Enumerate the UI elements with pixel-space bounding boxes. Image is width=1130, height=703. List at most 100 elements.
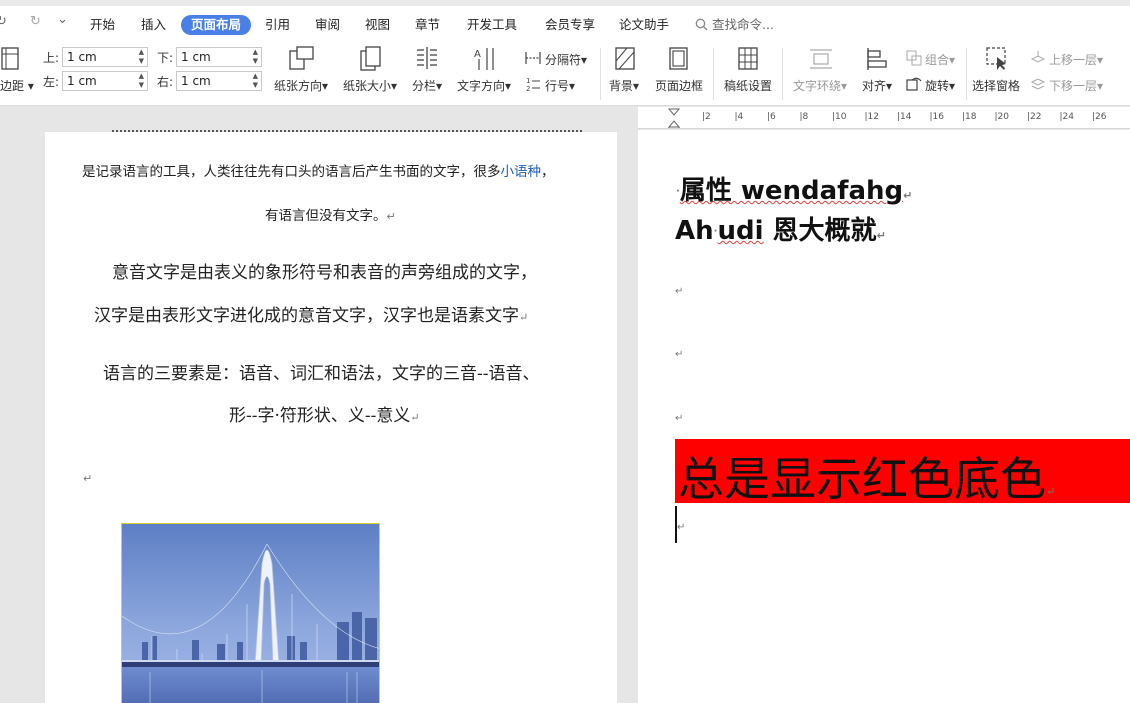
- tab-review[interactable]: 审阅: [315, 15, 340, 35]
- send-backward-button[interactable]: 下移一层▾: [1049, 77, 1103, 94]
- tab-home[interactable]: 开始: [90, 15, 115, 35]
- text-line-cut: [112, 130, 582, 134]
- align-icon[interactable]: [865, 46, 889, 72]
- tab-page-layout[interactable]: 页面布局: [181, 15, 252, 35]
- ruler-tick-label: |6: [767, 112, 776, 122]
- svg-text:2: 2: [526, 85, 530, 92]
- undo-icon[interactable]: ↻: [0, 14, 7, 29]
- text-direction-icon[interactable]: A: [471, 45, 499, 73]
- background-icon[interactable]: [613, 46, 637, 72]
- margins-button[interactable]: 边距 ▾: [0, 77, 34, 94]
- tab-developer[interactable]: 开发工具: [467, 15, 517, 35]
- top-margin-label: 上:: [43, 51, 60, 65]
- command-search[interactable]: 查找命令...: [695, 15, 774, 35]
- minority-language-link[interactable]: 小语种: [501, 164, 542, 180]
- svg-text:1: 1: [526, 77, 530, 85]
- paper-setup-button[interactable]: 稿纸设置: [724, 77, 772, 94]
- document-page-right[interactable]: ·属性 wendafahg↵ Ah·udi 恩大概就↵ ↵ ↵ ↵ 总是显示红色…: [638, 130, 1130, 703]
- page-gap: [617, 107, 638, 703]
- ruler-tick-label: |20: [994, 112, 1009, 122]
- right-margin-input[interactable]: 1 cm ▲ ▼: [176, 71, 262, 91]
- orientation-button[interactable]: 纸张方向▾: [274, 77, 328, 94]
- text-direction-button[interactable]: 文字方向▾: [457, 77, 511, 94]
- ruler-tick-label: |14: [897, 112, 912, 122]
- left-margin-label: 左:: [43, 75, 60, 89]
- text-line-1[interactable]: 是记录语言的工具，人类往往先有口头的语言后产生书面的文字，很多小语种，: [82, 160, 555, 180]
- heading-line-2[interactable]: Ah·udi 恩大概就↵: [675, 210, 886, 247]
- left-margin-input[interactable]: 1 cm ▲ ▼: [62, 71, 148, 91]
- quick-access-more-icon[interactable]: ⌄: [57, 12, 68, 27]
- separator-icon[interactable]: [524, 50, 542, 66]
- ruler-tick-label: |2: [702, 112, 711, 122]
- separator-button[interactable]: 分隔符▾: [545, 51, 587, 68]
- columns-button[interactable]: 分栏▾: [412, 77, 442, 94]
- tab-member[interactable]: 会员专享: [545, 15, 595, 35]
- background-button[interactable]: 背景▾: [609, 77, 639, 94]
- selection-pane-icon[interactable]: [985, 46, 1009, 72]
- paragraph-mark: ↵: [677, 522, 686, 533]
- text-wrap-icon[interactable]: [808, 46, 834, 72]
- ruler-tick-label: |16: [929, 112, 944, 122]
- tab-view[interactable]: 视图: [365, 15, 390, 35]
- title-strip: [0, 0, 1130, 6]
- tab-insert[interactable]: 插入: [141, 15, 166, 35]
- indent-marker-icon[interactable]: [668, 108, 680, 128]
- document-page-left[interactable]: 是记录语言的工具，人类往往先有口头的语言后产生书面的文字，很多小语种， 有语言但…: [45, 130, 617, 703]
- top-margin-input[interactable]: 1 cm ▲ ▼: [62, 47, 148, 67]
- paragraph-mark: ↵: [675, 349, 684, 360]
- text-wrap-button[interactable]: 文字环绕▾: [793, 77, 847, 94]
- ruler-tick-label: |8: [799, 112, 809, 122]
- ribbon-toolbar: 边距 ▾ 上: 1 cm ▲ ▼ 左: 1 cm ▲ ▼ 下: 1 cm ▲ ▼ 右: 1 …: [0, 40, 1130, 106]
- group-button[interactable]: 组合▾: [925, 51, 955, 68]
- line-number-button[interactable]: 行号▾: [545, 77, 575, 94]
- redo-icon[interactable]: ↻: [30, 14, 41, 29]
- bring-forward-icon[interactable]: [1030, 50, 1046, 66]
- wps-writer-window: ↻ ↻ ⌄ 开始 插入 页面布局 引用 审阅 视图 章节 开发工具 会员专享 论…: [0, 0, 1130, 703]
- red-highlighted-text[interactable]: 总是显示红色底色↵: [678, 443, 1055, 509]
- ribbon-divider: [600, 48, 601, 100]
- orientation-icon[interactable]: [287, 45, 317, 73]
- ruler-tick-label: |10: [832, 112, 847, 122]
- paper-size-icon[interactable]: [358, 45, 384, 73]
- search-icon: [695, 18, 708, 31]
- ribbon-divider: [713, 48, 714, 100]
- group-icon[interactable]: [906, 50, 922, 66]
- send-backward-icon[interactable]: [1030, 76, 1046, 92]
- ribbon-divider: [782, 48, 783, 100]
- tab-references[interactable]: 引用: [265, 15, 290, 35]
- line-number-icon[interactable]: 12: [525, 76, 541, 92]
- ruler-tick-label: |12: [864, 112, 879, 122]
- paragraph-2-line-1[interactable]: 语言的三要素是：语音、词汇和语法，文字的三音--语音、: [103, 359, 540, 384]
- ribbon-divider: [966, 48, 967, 100]
- bridge-image[interactable]: [121, 523, 380, 703]
- page-border-icon[interactable]: [667, 46, 691, 72]
- bottom-margin-input[interactable]: 1 cm ▲ ▼: [176, 47, 262, 67]
- columns-icon[interactable]: [414, 45, 440, 73]
- rotate-button[interactable]: 旋转▾: [925, 77, 955, 94]
- selection-pane-button[interactable]: 选择窗格: [972, 77, 1020, 94]
- ruler-tick-label: |18: [962, 112, 977, 122]
- align-button[interactable]: 对齐▾: [862, 77, 892, 94]
- paragraph-mark: ↵: [675, 286, 684, 297]
- page-border-button[interactable]: 页面边框: [655, 77, 703, 94]
- command-search-label: 查找命令...: [711, 17, 774, 32]
- paper-grid-icon[interactable]: [736, 46, 760, 72]
- tab-chapter[interactable]: 章节: [415, 15, 440, 35]
- bridge-photo-graphic: [122, 524, 379, 703]
- paragraph-mark: ↵: [83, 472, 93, 485]
- text-line-2[interactable]: 有语言但没有文字。↵: [265, 204, 396, 224]
- horizontal-ruler[interactable]: |2 |4 |6 |8 |10 |12 |14 |16 |18 |20 |22 |24 |26: [638, 107, 1130, 129]
- heading-line-1[interactable]: ·属性 wendafahg↵: [676, 170, 912, 207]
- paragraph-1-line-2[interactable]: 汉字是由表形文字进化成的意音文字，汉字也是语素文字↵: [94, 301, 528, 326]
- margins-icon[interactable]: [0, 46, 22, 72]
- ruler-tick-label: |24: [1059, 112, 1074, 122]
- ruler-tick-label: |22: [1027, 112, 1042, 122]
- rotate-icon[interactable]: [906, 76, 922, 92]
- svg-text:A: A: [474, 49, 481, 60]
- tab-thesis-assistant[interactable]: 论文助手: [619, 15, 669, 35]
- bring-forward-button[interactable]: 上移一层▾: [1049, 51, 1103, 68]
- paragraph-1-line-1[interactable]: 意音文字是由表义的象形符号和表音的声旁组成的文字，: [112, 258, 537, 283]
- ruler-tick-label: |4: [734, 112, 744, 122]
- paragraph-2-line-2[interactable]: 形--字·符形状、义--意义↵: [229, 401, 420, 426]
- paper-size-button[interactable]: 纸张大小▾: [343, 77, 397, 94]
